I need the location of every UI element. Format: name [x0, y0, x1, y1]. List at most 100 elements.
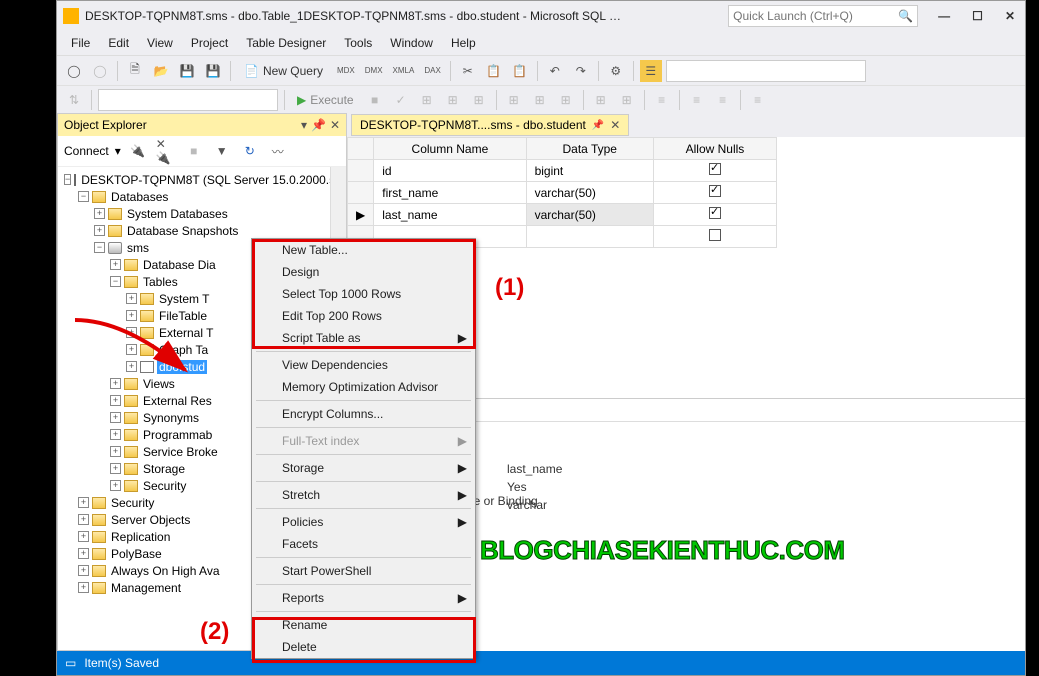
tool-mdx[interactable]: MDX — [334, 60, 358, 82]
tab-close-icon[interactable]: ✕ — [610, 118, 620, 132]
maximize-button[interactable]: ☐ — [968, 7, 987, 25]
t2-i[interactable]: ⊞ — [616, 89, 638, 111]
ctx-stretch[interactable]: Stretch▶ — [252, 484, 475, 506]
t2-b[interactable]: ⊞ — [416, 89, 438, 111]
menu-edit[interactable]: Edit — [100, 33, 137, 53]
annotation-2: (2) — [200, 618, 229, 646]
new-button[interactable]: 🗎 — [124, 60, 146, 82]
tool-y[interactable]: ☰ — [640, 60, 662, 82]
col-header-nulls[interactable]: Allow Nulls — [653, 138, 776, 160]
node-server[interactable]: −DESKTOP-TQPNM8T (SQL Server 15.0.2000.5 — [58, 171, 330, 188]
node-sysdb[interactable]: +System Databases — [58, 205, 330, 222]
ctx-policies[interactable]: Policies▶ — [252, 511, 475, 533]
tool-xmla[interactable]: XMLA — [390, 60, 418, 82]
oe-stop-icon[interactable]: ■ — [183, 140, 205, 162]
oe-plug-icon[interactable]: 🔌 — [127, 140, 149, 162]
oe-pin-icon[interactable]: 📌 — [311, 118, 326, 132]
tool-dax[interactable]: DAX — [421, 60, 443, 82]
nav-back-button[interactable]: ◯ — [63, 60, 85, 82]
t2-a[interactable]: ⇅ — [63, 89, 85, 111]
ctx-encrypt[interactable]: Encrypt Columns... — [252, 403, 475, 425]
execute-button[interactable]: ▶ Execute — [291, 93, 360, 107]
paste-button[interactable]: 📋 — [509, 60, 531, 82]
ctx-view-deps[interactable]: View Dependencies — [252, 354, 475, 376]
oe-refresh-icon[interactable]: ↻ — [239, 140, 261, 162]
node-databases[interactable]: −Databases — [58, 188, 330, 205]
menu-tabledesigner[interactable]: Table Designer — [238, 33, 334, 53]
stop-button[interactable]: ■ — [364, 89, 386, 111]
t2-m[interactable]: ≡ — [747, 89, 769, 111]
menu-help[interactable]: Help — [443, 33, 484, 53]
col-header-type[interactable]: Data Type — [526, 138, 653, 160]
ctx-select-top[interactable]: Select Top 1000 Rows — [252, 283, 475, 305]
menu-tools[interactable]: Tools — [336, 33, 380, 53]
t2-g[interactable]: ⊞ — [555, 89, 577, 111]
ctx-delete[interactable]: Delete — [252, 636, 475, 658]
ctx-new-table[interactable]: New Table... — [252, 239, 475, 261]
pin-icon[interactable]: 📌 — [592, 120, 604, 131]
redo-button[interactable]: ↷ — [570, 60, 592, 82]
prop-nulls: Yes — [507, 480, 1025, 498]
col-header-name[interactable]: Column Name — [374, 138, 526, 160]
nav-fwd-button[interactable]: ◯ — [89, 60, 111, 82]
checkbox-icon — [709, 163, 721, 175]
minimize-button[interactable]: — — [934, 7, 954, 25]
close-button[interactable]: ✕ — [1001, 7, 1019, 25]
t2-c[interactable]: ⊞ — [442, 89, 464, 111]
copy-button[interactable]: 📋 — [483, 60, 505, 82]
t2-h[interactable]: ⊞ — [590, 89, 612, 111]
chevron-right-icon: ▶ — [458, 515, 467, 529]
ctx-edit-top[interactable]: Edit Top 200 Rows — [252, 305, 475, 327]
annotation-1: (1) — [495, 274, 524, 302]
menu-project[interactable]: Project — [183, 33, 236, 53]
node-snapshots[interactable]: +Database Snapshots — [58, 222, 330, 239]
ctx-rename[interactable]: Rename — [252, 614, 475, 636]
ctx-powershell[interactable]: Start PowerShell — [252, 560, 475, 582]
cut-button[interactable]: ✂ — [457, 60, 479, 82]
ctx-design[interactable]: Design — [252, 261, 475, 283]
ctx-storage[interactable]: Storage▶ — [252, 457, 475, 479]
ctx-reports[interactable]: Reports▶ — [252, 587, 475, 609]
quick-launch[interactable]: 🔍 — [728, 5, 918, 27]
save-button[interactable]: 💾 — [176, 60, 198, 82]
oe-wave-icon[interactable]: 〰 — [267, 140, 289, 162]
ctx-script-as[interactable]: Script Table as▶ — [252, 327, 475, 349]
open-button[interactable]: 📂 — [150, 60, 172, 82]
tool-x[interactable]: ⚙ — [605, 60, 627, 82]
context-menu: New Table... Design Select Top 1000 Rows… — [251, 238, 476, 659]
titlebar: DESKTOP-TQPNM8T.sms - dbo.Table_1DESKTOP… — [57, 1, 1025, 31]
oe-dropdown-icon[interactable]: ▾ — [301, 118, 307, 132]
t2-f[interactable]: ⊞ — [529, 89, 551, 111]
t2-j[interactable]: ≡ — [651, 89, 673, 111]
menu-view[interactable]: View — [139, 33, 181, 53]
oe-connect[interactable]: Connect — [64, 144, 109, 158]
quick-launch-input[interactable] — [733, 9, 898, 23]
chevron-right-icon: ▶ — [458, 488, 467, 502]
tool-dmx[interactable]: DMX — [362, 60, 386, 82]
table-row[interactable]: first_name varchar(50) — [348, 182, 777, 204]
ctx-fulltext[interactable]: Full-Text index▶ — [252, 430, 475, 452]
ctx-facets[interactable]: Facets — [252, 533, 475, 555]
menu-window[interactable]: Window — [382, 33, 441, 53]
ctx-mem-opt[interactable]: Memory Optimization Advisor — [252, 376, 475, 398]
saveall-button[interactable]: 💾 — [202, 60, 224, 82]
oe-close-icon[interactable]: ✕ — [330, 118, 340, 132]
t2-l[interactable]: ≡ — [712, 89, 734, 111]
db-dropdown[interactable] — [98, 89, 278, 111]
t2-k[interactable]: ≡ — [686, 89, 708, 111]
table-row[interactable]: id bigint — [348, 160, 777, 182]
toolbar-dropdown[interactable] — [666, 60, 866, 82]
new-query-button[interactable]: 📄 New Query — [237, 60, 330, 82]
column-grid[interactable]: Column Name Data Type Allow Nulls id big… — [347, 137, 777, 248]
oe-connect-dd[interactable]: ▾ — [115, 144, 121, 158]
t2-d[interactable]: ⊞ — [468, 89, 490, 111]
active-tab[interactable]: DESKTOP-TQPNM8T....sms - dbo.student 📌 ✕ — [351, 114, 629, 136]
menu-file[interactable]: File — [63, 33, 98, 53]
oe-disconnect-icon[interactable]: ✕🔌 — [155, 140, 177, 162]
parse-button[interactable]: ✓ — [390, 89, 412, 111]
table-row[interactable]: ▶ last_name varchar(50) — [348, 204, 777, 226]
oe-filter-icon[interactable]: ▼ — [211, 140, 233, 162]
undo-button[interactable]: ↶ — [544, 60, 566, 82]
chevron-right-icon: ▶ — [458, 331, 467, 345]
t2-e[interactable]: ⊞ — [503, 89, 525, 111]
